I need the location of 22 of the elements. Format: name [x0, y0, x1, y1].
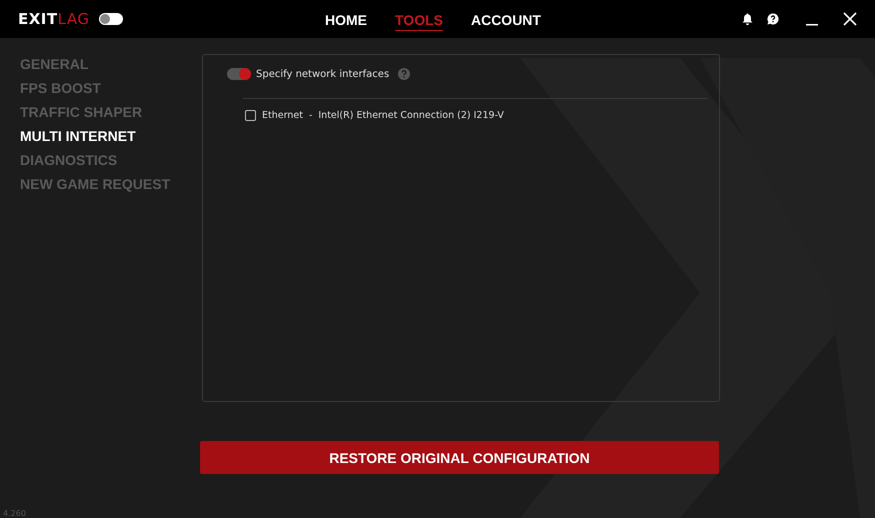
version-label: 4.260	[3, 509, 26, 518]
sidebar-item[interactable]: TRAFFIC SHAPER	[20, 102, 200, 121]
checkbox[interactable]	[245, 110, 256, 121]
adapter-name: Intel(R) Ethernet Connection (2) I219-V	[318, 110, 504, 121]
help-chat-icon[interactable]	[767, 13, 779, 25]
close-icon[interactable]	[843, 12, 857, 26]
mode-toggle[interactable]	[99, 13, 124, 25]
toggle-label: Specify network interfaces	[256, 68, 390, 80]
separator: -	[308, 110, 312, 121]
restore-button[interactable]: RESTORE ORIGINAL CONFIGURATION	[200, 441, 719, 474]
nav-tab[interactable]: TOOLS	[395, 8, 443, 30]
sidebar-item[interactable]: GENERAL	[20, 54, 200, 73]
nav-tab[interactable]: HOME	[325, 8, 367, 30]
nav-tab[interactable]: ACCOUNT	[470, 8, 541, 30]
interface-name: Ethernet	[262, 110, 303, 121]
sidebar-item[interactable]: DIAGNOSTICS	[20, 150, 200, 169]
sidebar-item[interactable]: NEW GAME REQUEST	[20, 174, 200, 193]
sidebar-item[interactable]: FPS BOOST	[20, 78, 200, 97]
interfaces-toggle[interactable]	[227, 68, 251, 80]
sidebar-item[interactable]: MULTI INTERNET	[20, 126, 200, 145]
logo: EXITLAG	[18, 10, 90, 28]
bell-icon[interactable]	[742, 13, 753, 25]
